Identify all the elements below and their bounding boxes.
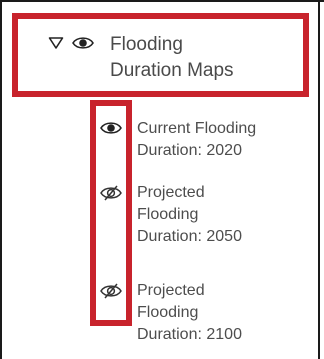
layer-label-line-3: Duration: 2050 xyxy=(137,228,242,245)
layer-visibility-eye-slashed-icon[interactable] xyxy=(100,185,122,201)
collapse-caret-icon[interactable] xyxy=(48,36,64,50)
layer-label: Projected Flooding Duration: 2050 xyxy=(137,182,307,248)
layer-label-line-1: Projected xyxy=(137,184,205,201)
layer-group-title-line-2: Duration Maps xyxy=(110,60,234,81)
layer-visibility-eye-slashed-icon[interactable] xyxy=(100,283,122,299)
layer-label: Projected Flooding Duration: 2100 xyxy=(137,280,307,346)
layer-group-flooding-duration-maps[interactable]: Flooding Duration Maps xyxy=(44,30,294,92)
layer-group-title-line-1: Flooding xyxy=(110,34,183,55)
layer-item-projected-flooding-2050[interactable]: Projected Flooding Duration: 2050 xyxy=(100,182,300,250)
layer-item-current-flooding-2020[interactable]: Current Flooding Duration: 2020 xyxy=(100,118,300,164)
layer-label-line-1: Current Flooding xyxy=(137,120,257,137)
layer-label-line-2: Flooding xyxy=(137,304,199,321)
layer-label-line-1: Projected xyxy=(137,282,205,299)
layer-label-line-3: Duration: 2100 xyxy=(137,326,242,343)
layer-label-line-2: Flooding xyxy=(137,206,199,223)
layer-label-line-2: Duration: 2020 xyxy=(137,142,242,159)
panel-frame-top xyxy=(0,0,324,2)
layer-item-projected-flooding-2100[interactable]: Projected Flooding Duration: 2100 xyxy=(100,280,300,348)
group-visibility-eye-icon[interactable] xyxy=(72,35,94,51)
panel-frame-right xyxy=(318,0,320,359)
layer-label: Current Flooding Duration: 2020 xyxy=(137,118,307,162)
layer-visibility-eye-icon[interactable] xyxy=(100,120,122,136)
layer-group-title: Flooding Duration Maps xyxy=(110,32,290,84)
panel-frame-left xyxy=(0,0,2,359)
